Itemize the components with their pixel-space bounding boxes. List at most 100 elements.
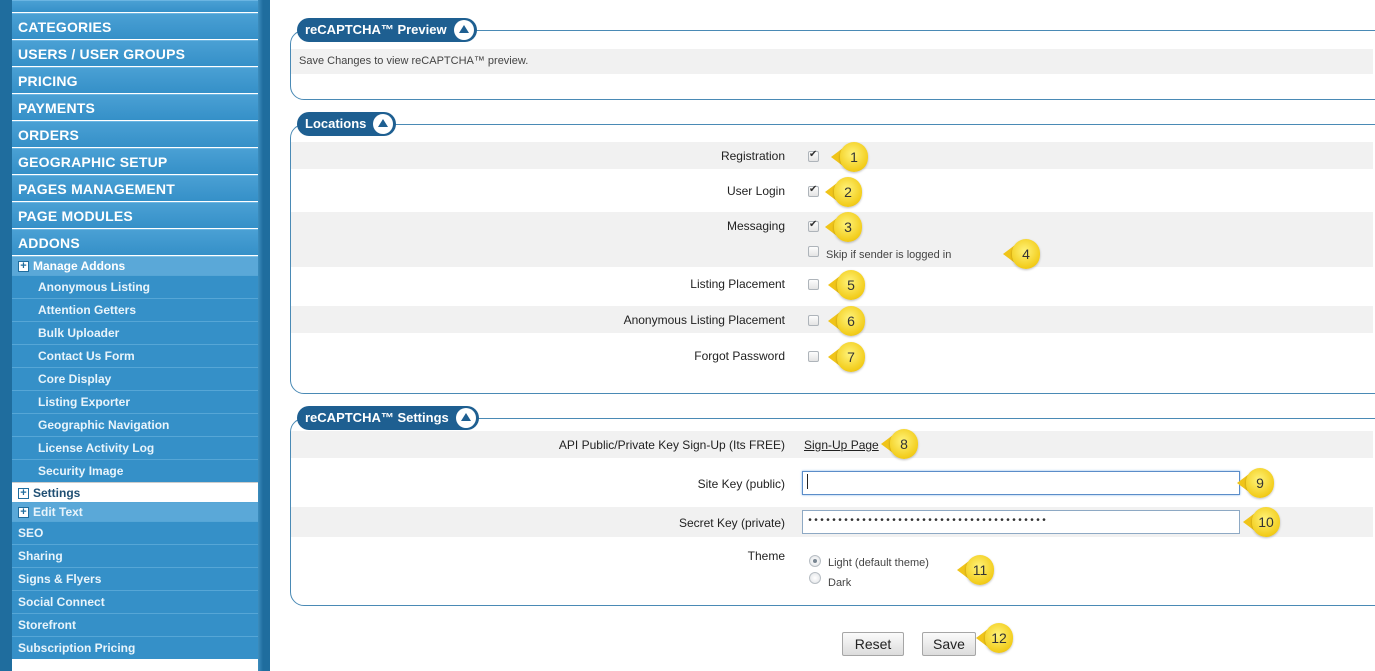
reset-button[interactable]: Reset (842, 632, 904, 656)
sidebar-addon-item[interactable]: Listing Exporter (12, 390, 258, 413)
sidebar-addon-settings[interactable]: + Settings (12, 482, 258, 502)
sidebar-addon-item[interactable]: Bulk Uploader (12, 321, 258, 344)
location-label: Registration (720, 149, 785, 163)
location-row-forgot-password: Forgot Password 7 (291, 342, 1373, 372)
settings-row-site-key: Site Key (public) 9 (291, 468, 1373, 498)
sidebar-item-users[interactable]: USERS / USER GROUPS (12, 40, 258, 66)
sidebar: CATEGORIES USERS / USER GROUPS PRICING P… (0, 0, 270, 671)
sidebar-item-payments[interactable]: PAYMENTS (12, 94, 258, 120)
location-label: Anonymous Listing Placement (623, 313, 785, 327)
callout-badge: 7 (828, 342, 865, 372)
callout-badge: 3 (825, 212, 862, 242)
settings-row-secret-key: Secret Key (private) •••••••••••••••••••… (291, 507, 1373, 537)
location-label: User Login (726, 184, 785, 198)
location-row-registration: Registration 1 (291, 142, 1373, 172)
theme-option-label: Dark (828, 577, 852, 589)
sidebar-addon-item[interactable]: Security Image (12, 459, 258, 482)
sidebar-addon-item[interactable]: Sharing (12, 544, 258, 567)
sidebar-item-page-modules[interactable]: PAGE MODULES (12, 202, 258, 228)
sidebar-addon-item[interactable]: License Activity Log (12, 436, 258, 459)
skip-logged-in-checkbox[interactable] (808, 246, 819, 257)
preview-message: Save Changes to view reCAPTCHA™ preview. (299, 55, 529, 67)
sidebar-addon-item[interactable]: Geographic Navigation (12, 413, 258, 436)
edit-text-label: Edit Text (33, 505, 83, 519)
locations-legend-label: Locations (305, 116, 367, 131)
sidebar-addon-item[interactable]: Contact Us Form (12, 344, 258, 367)
settings-fieldset: reCAPTCHA™ Settings API Public/Private K… (290, 406, 1375, 606)
sidebar-addon-item[interactable]: Anonymous Listing (12, 275, 258, 298)
preview-row: Save Changes to view reCAPTCHA™ preview. (291, 49, 1373, 74)
save-button[interactable]: Save (922, 632, 976, 656)
settings-row-api-signup: API Public/Private Key Sign-Up (Its FREE… (291, 429, 1373, 459)
location-checkbox[interactable] (808, 184, 819, 197)
collapse-icon[interactable] (453, 20, 474, 40)
locations-legend[interactable]: Locations (297, 112, 397, 136)
site-key-input[interactable] (802, 471, 1240, 495)
sidebar-item-hidden-top[interactable] (12, 0, 258, 12)
sidebar-rail-left (0, 0, 12, 671)
location-checkbox[interactable] (808, 279, 819, 290)
theme-option-label: Light (default theme) (828, 557, 929, 569)
sidebar-item-geographic-setup[interactable]: GEOGRAPHIC SETUP (12, 148, 258, 174)
sidebar-addon-item[interactable]: Storefront (12, 613, 258, 636)
location-label: Messaging (726, 219, 785, 233)
manage-addons-label: Manage Addons (33, 259, 126, 273)
collapse-icon[interactable] (373, 114, 394, 134)
theme-dark-radio[interactable] (809, 572, 821, 584)
preview-legend-label: reCAPTCHA™ Preview (305, 22, 447, 37)
settings-row-theme: Theme Light (default theme) Dark 11 (291, 545, 1373, 595)
sidebar-item-addons[interactable]: ADDONS (12, 229, 258, 255)
callout-badge: 2 (825, 177, 862, 207)
callout-badge: 1 (831, 142, 868, 172)
callout-badge: 9 (1237, 468, 1274, 498)
sidebar-menu: CATEGORIES USERS / USER GROUPS PRICING P… (12, 0, 258, 659)
location-row-listing-placement: Listing Placement 5 (291, 270, 1373, 300)
expand-icon: + (18, 488, 29, 500)
api-signup-label: API Public/Private Key Sign-Up (Its FREE… (558, 438, 785, 452)
sidebar-addon-item[interactable]: Core Display (12, 367, 258, 390)
settings-label: Settings (33, 486, 81, 500)
sidebar-addon-item[interactable]: Subscription Pricing (12, 636, 258, 659)
text-caret (807, 473, 808, 489)
location-checkbox[interactable] (808, 219, 819, 232)
expand-icon: + (18, 507, 29, 519)
sidebar-item-categories[interactable]: CATEGORIES (12, 13, 258, 39)
sidebar-addon-item[interactable]: Signs & Flyers (12, 567, 258, 590)
sidebar-addon-item[interactable]: SEO (12, 521, 258, 544)
theme-light-radio[interactable] (809, 555, 821, 567)
location-checkbox[interactable] (808, 315, 819, 326)
callout-badge: 6 (828, 306, 865, 336)
sidebar-addon-item[interactable]: Attention Getters (12, 298, 258, 321)
settings-legend-label: reCAPTCHA™ Settings (305, 410, 449, 425)
collapse-icon[interactable] (455, 408, 476, 428)
location-checkbox[interactable] (808, 149, 819, 162)
sidebar-item-orders[interactable]: ORDERS (12, 121, 258, 147)
location-label: Listing Placement (690, 277, 785, 291)
site-key-label: Site Key (public) (697, 477, 785, 491)
preview-legend[interactable]: reCAPTCHA™ Preview (297, 18, 477, 42)
expand-icon: + (18, 261, 29, 273)
secret-key-label: Secret Key (private) (678, 516, 785, 530)
callout-badge: 12 (976, 623, 1013, 653)
sidebar-item-pages-management[interactable]: PAGES MANAGEMENT (12, 175, 258, 201)
callout-badge: 4 (1003, 239, 1040, 269)
location-row-user-login: User Login 2 (291, 177, 1373, 207)
callout-badge: 11 (957, 555, 994, 585)
sidebar-rail-right (258, 0, 270, 671)
sidebar-item-pricing[interactable]: PRICING (12, 67, 258, 93)
callout-badge: 10 (1243, 507, 1280, 537)
skip-logged-in-label: Skip if sender is logged in (826, 249, 952, 261)
callout-badge: 8 (881, 429, 918, 459)
location-row-messaging: Messaging 3 Skip if sender is logged in … (291, 212, 1373, 269)
sidebar-addon-edit-text[interactable]: + Edit Text (12, 502, 258, 521)
location-checkbox[interactable] (808, 351, 819, 362)
location-row-anonymous-listing-placement: Anonymous Listing Placement 6 (291, 306, 1373, 336)
theme-label: Theme (747, 549, 785, 563)
secret-key-input[interactable]: •••••••••••••••••••••••••••••••••••••••• (802, 510, 1240, 534)
settings-legend[interactable]: reCAPTCHA™ Settings (297, 406, 479, 430)
signup-page-link[interactable]: Sign-Up Page (804, 438, 879, 452)
location-label: Forgot Password (694, 349, 785, 363)
callout-badge: 5 (828, 270, 865, 300)
sidebar-addon-item[interactable]: Social Connect (12, 590, 258, 613)
sidebar-manage-addons[interactable]: + Manage Addons (12, 256, 258, 275)
